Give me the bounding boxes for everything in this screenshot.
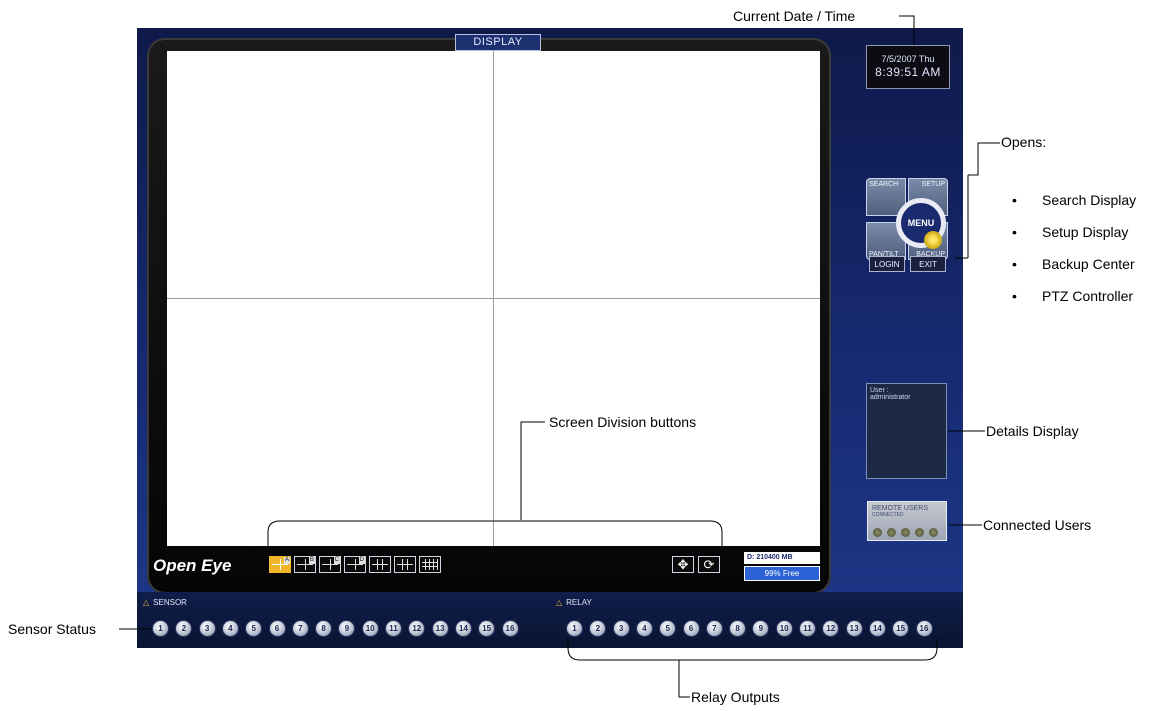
annotation-connected-users: Connected Users: [983, 517, 1092, 533]
annotation-opens-item: PTZ Controller: [1012, 286, 1136, 318]
annotation-sensor-status: Sensor Status: [8, 621, 96, 637]
annotation-lines: [119, 15, 1000, 698]
annotation-screen-division: Screen Division buttons: [549, 414, 697, 430]
annotation-opens: Opens:: [1001, 134, 1047, 150]
annotation-relay-outputs: Relay Outputs: [691, 689, 780, 705]
annotation-opens-list: Search Display Setup Display Backup Cent…: [1012, 190, 1136, 318]
annotation-opens-item: Setup Display: [1012, 222, 1136, 254]
annotation-opens-item: Search Display: [1012, 190, 1136, 222]
annotation-details-display: Details Display: [986, 423, 1079, 439]
annotation-current-datetime: Current Date / Time: [733, 8, 856, 24]
annotation-opens-item: Backup Center: [1012, 254, 1136, 286]
